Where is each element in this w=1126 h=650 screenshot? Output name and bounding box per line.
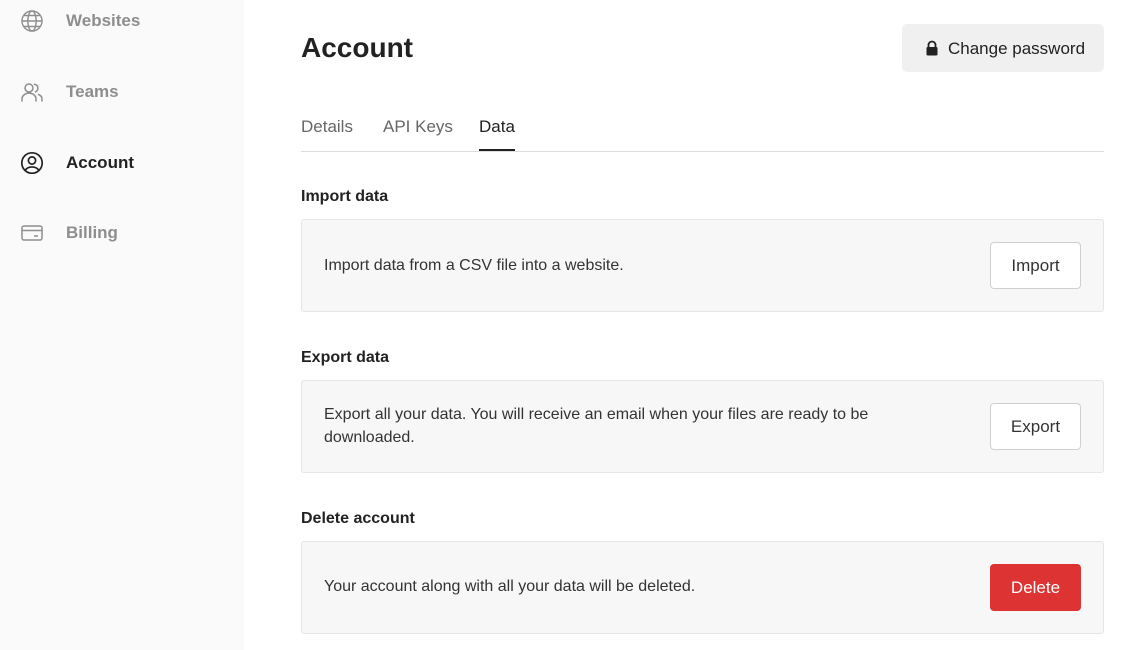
globe-icon	[20, 9, 44, 33]
sidebar-item-websites[interactable]: Websites	[0, 1, 244, 41]
change-password-label: Change password	[948, 39, 1086, 58]
tab-api-keys[interactable]: API Keys	[383, 117, 453, 151]
import-button[interactable]: Import	[990, 242, 1081, 289]
sidebar-item-account[interactable]: Account	[0, 143, 244, 183]
import-panel: Import data from a CSV file into a websi…	[301, 219, 1104, 312]
sidebar-item-teams[interactable]: Teams	[0, 72, 244, 112]
sidebar-item-label: Websites	[66, 11, 141, 30]
tab-bar: Details API Keys Data	[301, 106, 1104, 152]
export-section-title: Export data	[301, 349, 390, 366]
export-description: Export all your data. You will receive a…	[324, 406, 869, 446]
delete-section-title: Delete account	[301, 510, 415, 527]
page-title: Account	[301, 32, 413, 63]
credit-card-icon	[20, 221, 44, 245]
delete-account-button[interactable]: Delete	[990, 564, 1081, 611]
import-description: Import data from a CSV file into a websi…	[324, 257, 624, 274]
user-circle-icon	[20, 151, 44, 175]
delete-panel: Your account along with all your data wi…	[301, 541, 1104, 634]
export-panel: Export all your data. You will receive a…	[301, 380, 1104, 473]
sidebar-item-label: Teams	[66, 82, 119, 101]
lock-icon	[924, 40, 940, 56]
export-button[interactable]: Export	[990, 403, 1081, 450]
sidebar-item-billing[interactable]: Billing	[0, 213, 244, 253]
tab-data[interactable]: Data	[479, 117, 515, 151]
change-password-button[interactable]: Change password	[902, 24, 1104, 72]
import-section-title: Import data	[301, 188, 389, 205]
users-icon	[20, 80, 44, 104]
sidebar: Websites Teams Account Billing	[0, 0, 244, 650]
tab-details[interactable]: Details	[301, 117, 353, 151]
sidebar-item-label: Account	[66, 153, 134, 172]
delete-description: Your account along with all your data wi…	[324, 578, 696, 595]
sidebar-item-label: Billing	[66, 223, 118, 242]
